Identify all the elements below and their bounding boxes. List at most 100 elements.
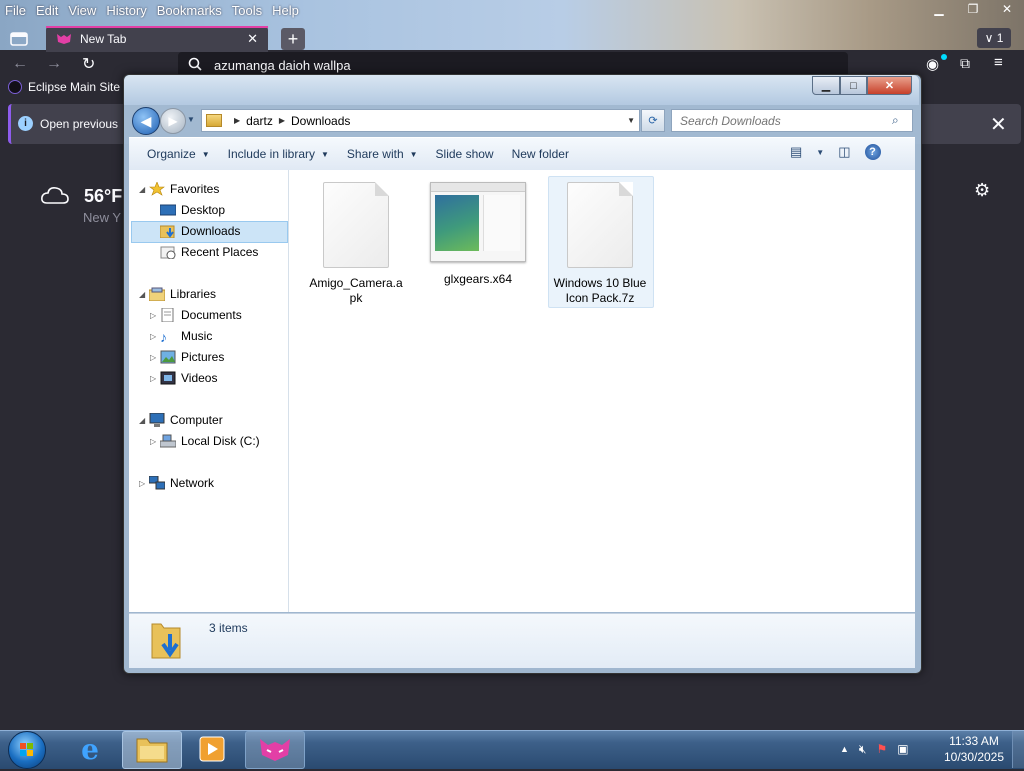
tab-new-tab[interactable]: New Tab ✕: [46, 26, 268, 52]
collapse-triangle-icon[interactable]: ◢: [139, 185, 149, 194]
recent-pages-dropdown-icon[interactable]: ▼: [187, 115, 195, 124]
restore-button[interactable]: ❐: [956, 0, 990, 18]
back-arrow-icon[interactable]: ←: [12, 55, 28, 73]
slide-show-button[interactable]: Slide show: [436, 147, 494, 161]
new-tab-button[interactable]: +: [281, 28, 305, 50]
breadcrumb-separator-icon[interactable]: ▶: [279, 116, 285, 125]
help-icon[interactable]: ?: [864, 144, 881, 160]
explorer-close-button[interactable]: ✕: [867, 76, 912, 95]
menu-tools[interactable]: Tools: [227, 3, 267, 18]
nav-label: Libraries: [170, 287, 217, 301]
nav-local-disk[interactable]: ▷ Local Disk (C:): [150, 431, 260, 451]
nav-downloads[interactable]: Downloads: [159, 221, 240, 241]
close-button[interactable]: ✕: [990, 0, 1024, 18]
nav-music[interactable]: ▷ ♪ Music: [150, 326, 212, 346]
change-view-icon[interactable]: ▤: [790, 144, 802, 160]
preview-pane-icon[interactable]: ◫: [838, 144, 850, 160]
network-status-icon[interactable]: ▣: [897, 742, 908, 756]
search-input[interactable]: [678, 112, 892, 129]
nav-label: Local Disk (C:): [181, 434, 260, 448]
hamburger-menu-icon[interactable]: ≡: [994, 54, 1003, 71]
reload-icon[interactable]: ↻: [82, 54, 95, 74]
expand-triangle-icon[interactable]: ▷: [150, 311, 160, 320]
file-item-windows10-icon-pack[interactable]: Windows 10 Blue Icon Pack.7z: [548, 182, 652, 306]
organize-button[interactable]: Organize ▼: [147, 147, 210, 161]
expand-triangle-icon[interactable]: ▷: [150, 437, 160, 446]
menu-edit[interactable]: Edit: [31, 3, 63, 18]
internet-explorer-icon[interactable]: e: [72, 731, 108, 767]
nav-videos[interactable]: ▷ Videos: [150, 368, 217, 388]
weather-temperature[interactable]: 56°F: [84, 186, 122, 207]
tab-count-button[interactable]: ∨ 1: [977, 28, 1011, 48]
extensions-icon[interactable]: ⧉: [960, 55, 970, 72]
address-bar[interactable]: ▶ dartz ▶ Downloads ▼: [201, 109, 640, 132]
minimize-button[interactable]: ▁: [922, 0, 956, 18]
nav-libraries[interactable]: ◢ Libraries: [139, 284, 216, 304]
explorer-maximize-button[interactable]: □: [840, 76, 867, 95]
address-history-dropdown-icon[interactable]: ▼: [627, 116, 635, 125]
nav-recent-places[interactable]: Recent Places: [160, 242, 258, 262]
recent-places-icon: [160, 245, 176, 260]
computer-icon: [149, 412, 165, 427]
nav-desktop[interactable]: Desktop: [159, 200, 225, 220]
file-name: glxgears.x64: [443, 272, 513, 286]
bookmark-eclipse-main-site[interactable]: Eclipse Main Site: [8, 80, 120, 94]
clock[interactable]: 11:33 AM 10/30/2025: [940, 733, 1008, 765]
close-tab-icon[interactable]: ✕: [247, 31, 258, 47]
breadcrumb-downloads[interactable]: Downloads: [291, 114, 350, 128]
taskbar-browser-button[interactable]: [245, 731, 305, 769]
explorer-minimize-button[interactable]: ▁: [812, 76, 840, 95]
expand-triangle-icon[interactable]: ▷: [150, 353, 160, 362]
nav-computer[interactable]: ◢ Computer: [139, 410, 223, 430]
explorer-title-bar[interactable]: [124, 75, 919, 105]
clock-time: 11:33 AM: [949, 734, 999, 748]
gear-icon[interactable]: ⚙: [974, 180, 990, 201]
active-tab-indicator: [46, 26, 268, 28]
pictures-icon: [160, 350, 176, 364]
document-icon: [323, 182, 389, 268]
collapse-triangle-icon[interactable]: ◢: [139, 290, 149, 299]
file-item-amigo-camera[interactable]: Amigo_Camera.a pk: [304, 182, 408, 306]
breadcrumb-dartz[interactable]: dartz: [246, 114, 273, 128]
windows-start-icon[interactable]: [8, 731, 46, 769]
menu-history[interactable]: History: [101, 3, 151, 18]
breadcrumb-separator-icon[interactable]: ▶: [234, 116, 240, 125]
file-name: Amigo_Camera.a pk: [309, 276, 403, 305]
nav-documents[interactable]: ▷ Documents: [150, 305, 242, 325]
nav-network[interactable]: ▷ Network: [139, 473, 214, 493]
refresh-icon[interactable]: ⟳: [641, 109, 665, 132]
tab-label: New Tab: [80, 32, 127, 46]
close-notification-icon[interactable]: ✕: [990, 112, 1007, 137]
share-with-button[interactable]: Share with ▼: [347, 147, 418, 161]
menu-bookmarks[interactable]: Bookmarks: [152, 3, 227, 18]
expand-triangle-icon[interactable]: ▷: [150, 374, 160, 383]
show-desktop-button[interactable]: [1012, 731, 1024, 768]
search-icon[interactable]: ⌕: [892, 113, 899, 128]
expand-triangle-icon[interactable]: ▷: [150, 332, 160, 341]
menu-view[interactable]: View: [63, 3, 101, 18]
menu-help[interactable]: Help: [267, 3, 304, 18]
action-center-flag-icon[interactable]: ⚑: [876, 742, 887, 756]
expand-triangle-icon[interactable]: ▷: [139, 479, 149, 488]
forward-arrow-icon[interactable]: ▶: [160, 108, 186, 134]
view-dropdown-icon[interactable]: ▼: [816, 148, 824, 157]
show-hidden-icons-icon[interactable]: ▲: [840, 744, 849, 754]
documents-icon: [160, 307, 176, 323]
tab-list-icon[interactable]: [10, 30, 30, 48]
back-arrow-icon[interactable]: ◀: [132, 107, 160, 135]
nav-favorites[interactable]: ◢ Favorites: [139, 179, 219, 199]
collapse-triangle-icon[interactable]: ◢: [139, 416, 149, 425]
forward-arrow-icon[interactable]: →: [46, 55, 62, 73]
desktop-icon: [159, 203, 177, 217]
media-player-icon[interactable]: [192, 731, 232, 767]
chevron-down-icon: ▼: [321, 149, 329, 159]
file-item-glxgears[interactable]: glxgears.x64: [426, 182, 530, 287]
account-icon[interactable]: ◉: [926, 55, 939, 73]
menu-file[interactable]: File: [0, 3, 31, 18]
new-folder-button[interactable]: New folder: [512, 147, 569, 161]
nav-pictures[interactable]: ▷ Pictures: [150, 347, 224, 367]
search-box[interactable]: ⌕: [671, 109, 913, 132]
include-in-library-button[interactable]: Include in library ▼: [228, 147, 329, 161]
taskbar-explorer-button[interactable]: [122, 731, 182, 769]
volume-muted-icon[interactable]: 🔇︎: [859, 742, 867, 757]
